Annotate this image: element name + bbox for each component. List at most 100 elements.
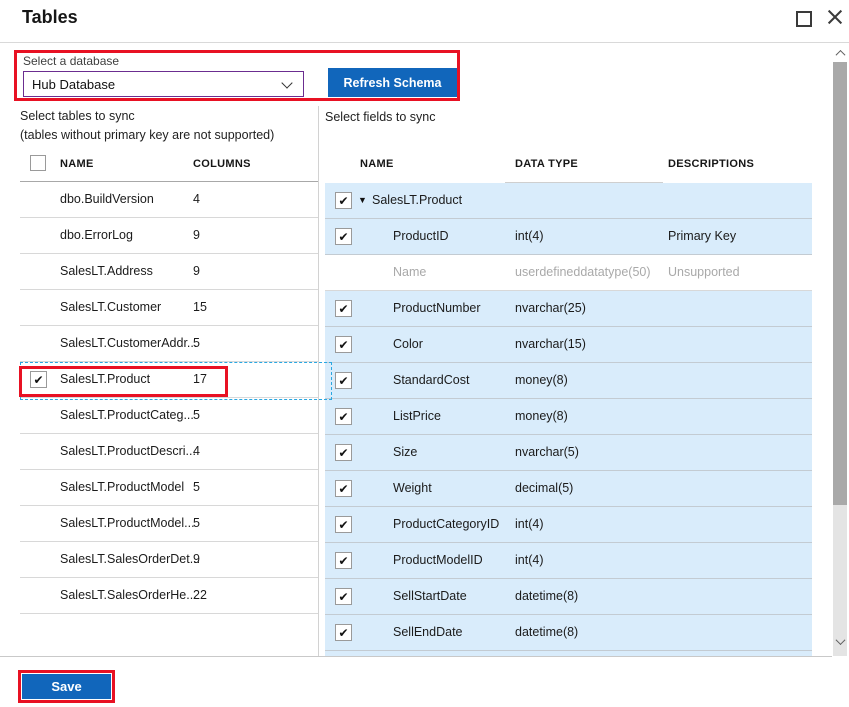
- maximize-icon[interactable]: [796, 11, 812, 27]
- table-columns-count: 22: [193, 588, 207, 602]
- table-row[interactable]: dbo.BuildVersion4: [20, 182, 318, 218]
- refresh-schema-button[interactable]: Refresh Schema: [328, 68, 457, 97]
- checkbox-checked-icon[interactable]: ✔: [335, 480, 352, 497]
- field-row[interactable]: ✔Sizenvarchar(5): [325, 435, 812, 471]
- field-datatype: nvarchar(25): [515, 301, 586, 315]
- table-row[interactable]: ✔ SalesLT.Product 17: [20, 362, 318, 398]
- checkbox-checked-icon[interactable]: ✔: [335, 552, 352, 569]
- field-row[interactable]: ✔ ProductCategoryID int(4): [325, 507, 812, 543]
- table-columns-count: 15: [193, 300, 207, 314]
- database-label: Select a database: [23, 54, 119, 68]
- table-name: dbo.BuildVersion: [60, 192, 154, 206]
- field-name: Name: [393, 265, 426, 279]
- field-row[interactable]: ✔StandardCostmoney(8): [325, 363, 812, 399]
- select-all-checkbox[interactable]: [30, 155, 46, 171]
- table-row[interactable]: SalesLT.ProductCateg...5: [20, 398, 318, 434]
- chevron-down-icon: [281, 77, 292, 88]
- close-icon[interactable]: [827, 9, 843, 25]
- table-row[interactable]: SalesLT.Customer 15: [20, 290, 318, 326]
- field-name: ProductID: [393, 229, 449, 243]
- checkbox-slot: ✔: [335, 228, 352, 245]
- database-dropdown-value: Hub Database: [32, 77, 115, 92]
- fields-panel-heading: Select fields to sync: [325, 110, 435, 124]
- fields-header-name: NAME: [360, 158, 394, 170]
- field-name: Size: [393, 445, 417, 459]
- tables-panel-heading: Select tables to sync (tables without pr…: [20, 107, 274, 145]
- database-dropdown[interactable]: Hub Database: [23, 71, 304, 97]
- table-name: SalesLT.SalesOrderHe...: [60, 588, 197, 602]
- field-row[interactable]: ✔ ListPrice money(8): [325, 399, 812, 435]
- table-columns-count: 9: [193, 228, 200, 242]
- table-row[interactable]: dbo.ErrorLog9: [20, 218, 318, 254]
- checkbox-checked-icon[interactable]: ✔: [335, 444, 352, 461]
- checkbox-checked-icon[interactable]: ✔: [335, 624, 352, 641]
- tables-list: dbo.BuildVersion4dbo.ErrorLog9SalesLT.Ad…: [20, 182, 318, 614]
- header-divider: [0, 42, 849, 43]
- table-row[interactable]: SalesLT.ProductModel...5: [20, 506, 318, 542]
- table-columns-count: 9: [193, 264, 200, 278]
- checkbox-checked-icon[interactable]: ✔: [335, 336, 352, 353]
- checkbox-checked-icon[interactable]: ✔: [30, 371, 47, 388]
- field-datatype: int(4): [515, 553, 543, 567]
- field-row[interactable]: Nameuserdefineddatatype(50)Unsupported: [325, 255, 812, 291]
- checkbox-checked-icon[interactable]: ✔: [335, 192, 352, 209]
- scroll-up-icon[interactable]: [833, 45, 847, 61]
- tables-header-name: NAME: [60, 158, 94, 170]
- checkbox-checked-icon[interactable]: ✔: [335, 588, 352, 605]
- field-row[interactable]: ✔ProductNumbernvarchar(25): [325, 291, 812, 327]
- tables-heading-line1: Select tables to sync: [20, 107, 274, 126]
- field-row[interactable]: ✔ProductModelIDint(4): [325, 543, 812, 579]
- field-row[interactable]: ✔ SellEndDate datetime(8): [325, 615, 812, 651]
- table-row[interactable]: SalesLT.ProductDescri...4: [20, 434, 318, 470]
- table-row[interactable]: SalesLT.CustomerAddr...5: [20, 326, 318, 362]
- field-datatype: datetime(8): [515, 625, 578, 639]
- save-button[interactable]: Save: [22, 674, 111, 699]
- tables-header-columns: COLUMNS: [193, 158, 251, 170]
- table-name: SalesLT.Product: [60, 372, 150, 386]
- field-datatype: datetime(8): [515, 589, 578, 603]
- table-columns-count: 5: [193, 480, 200, 494]
- checkbox-checked-icon[interactable]: ✔: [335, 228, 352, 245]
- table-name: SalesLT.ProductModel...: [60, 516, 195, 530]
- table-row[interactable]: SalesLT.SalesOrderHe...22: [20, 578, 318, 614]
- scrollbar[interactable]: [833, 45, 847, 656]
- table-name: SalesLT.SalesOrderDet...: [60, 552, 200, 566]
- fields-table: NAME DATA TYPE DESCRIPTIONS ✔▼SalesLT.Pr…: [325, 147, 812, 656]
- table-row[interactable]: SalesLT.SalesOrderDet...9: [20, 542, 318, 578]
- field-row[interactable]: ✔Weightdecimal(5): [325, 471, 812, 507]
- checkbox-checked-icon[interactable]: ✔: [335, 300, 352, 317]
- checkbox-slot: ✔: [335, 552, 352, 569]
- field-datatype: int(4): [515, 517, 543, 531]
- checkbox-slot: ✔: [335, 192, 352, 209]
- content-bottom-divider: [0, 656, 832, 657]
- checkbox-checked-icon[interactable]: ✔: [335, 372, 352, 389]
- field-datatype: money(8): [515, 373, 568, 387]
- table-name: SalesLT.ProductCateg...: [60, 408, 194, 422]
- annotation-box-database: Select a database Hub Database Refresh S…: [14, 50, 460, 101]
- field-row[interactable]: ✔▼SalesLT.Product: [325, 183, 812, 219]
- field-name: SellStartDate: [393, 589, 467, 603]
- checkbox-checked-icon[interactable]: ✔: [335, 516, 352, 533]
- table-row[interactable]: SalesLT.Address9: [20, 254, 318, 290]
- scroll-down-icon[interactable]: [833, 633, 847, 649]
- field-row[interactable]: ✔Colornvarchar(15): [325, 327, 812, 363]
- table-row[interactable]: SalesLT.ProductModel5: [20, 470, 318, 506]
- checkbox-slot: ✔: [335, 408, 352, 425]
- table-columns-count: 5: [193, 336, 200, 350]
- field-name: Weight: [393, 481, 432, 495]
- field-name: SellEndDate: [393, 625, 463, 639]
- field-name: ListPrice: [393, 409, 441, 423]
- field-row[interactable]: ✔ProductIDint(4)Primary Key: [325, 219, 812, 255]
- checkbox-checked-icon[interactable]: ✔: [335, 408, 352, 425]
- field-datatype: money(8): [515, 409, 568, 423]
- fields-table-header: NAME DATA TYPE DESCRIPTIONS: [325, 147, 812, 183]
- field-datatype: int(4): [515, 229, 543, 243]
- table-name: SalesLT.ProductDescri...: [60, 444, 196, 458]
- field-name: ProductCategoryID: [393, 517, 499, 531]
- table-columns-count: 17: [193, 372, 207, 386]
- scrollbar-thumb[interactable]: [833, 62, 847, 505]
- collapse-caret-icon[interactable]: ▼: [358, 195, 367, 205]
- fields-header-descriptions: DESCRIPTIONS: [668, 158, 754, 170]
- field-row[interactable]: ✔ SellStartDate datetime(8): [325, 579, 812, 615]
- table-name: SalesLT.Customer: [60, 300, 161, 314]
